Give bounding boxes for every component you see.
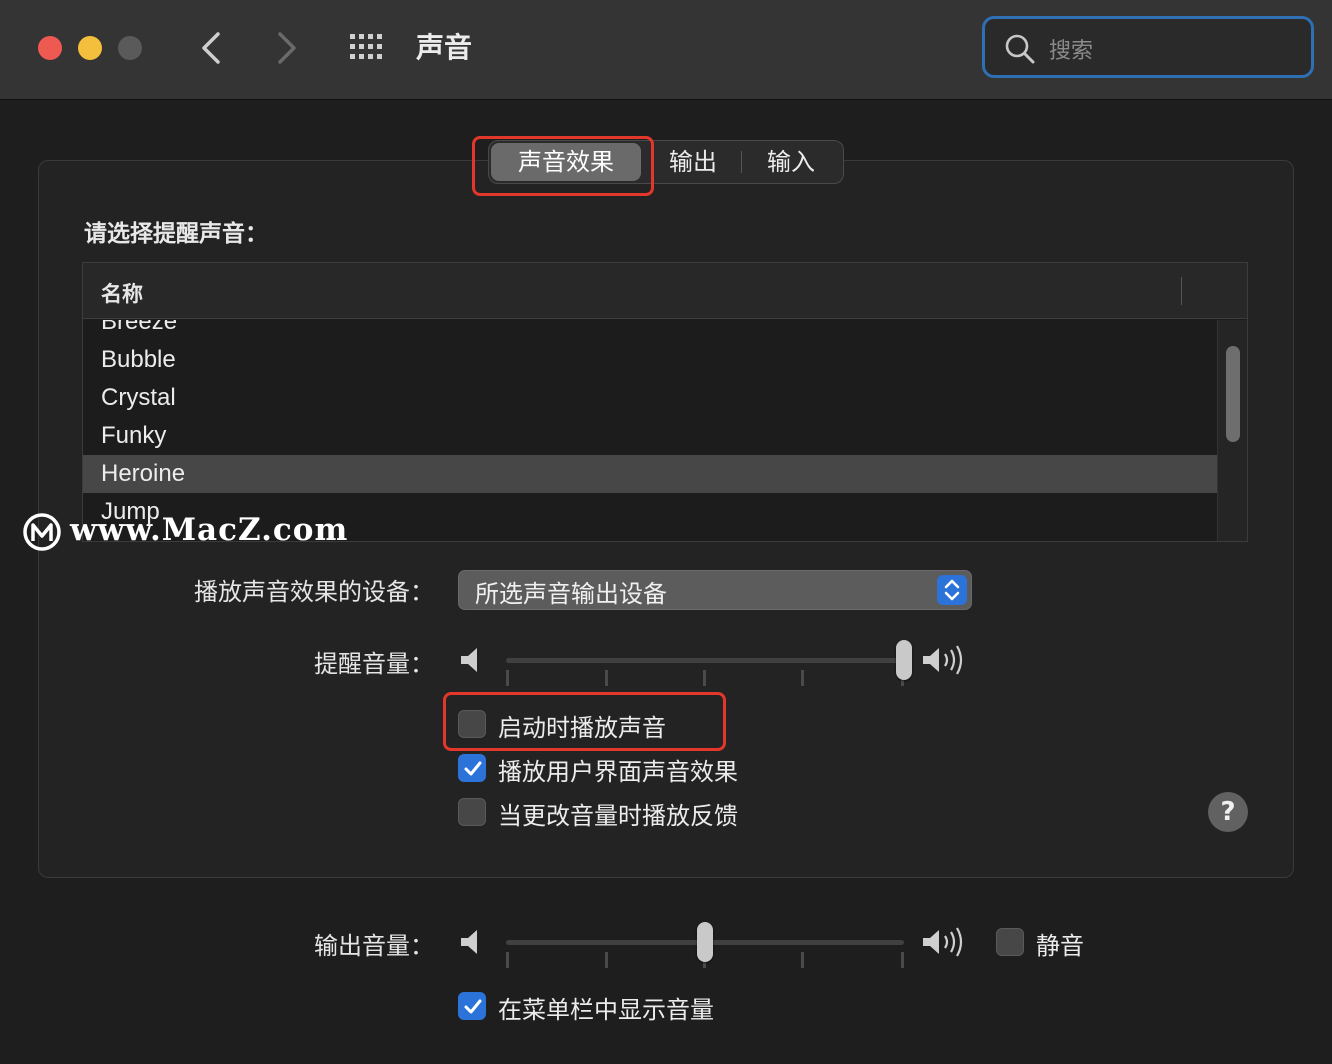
- list-item[interactable]: Breeze: [83, 320, 1217, 341]
- minimize-window-button[interactable]: [78, 36, 102, 60]
- slider-tick: [703, 670, 706, 686]
- help-button[interactable]: ?: [1208, 792, 1248, 832]
- list-header: 名称: [83, 263, 1247, 319]
- slider-knob[interactable]: [697, 922, 713, 962]
- column-header-name[interactable]: 名称: [101, 278, 143, 308]
- slider-tick: [506, 670, 509, 686]
- alert-sound-label: 请选择提醒声音：: [84, 221, 268, 247]
- forward-button[interactable]: [268, 28, 304, 68]
- alert-sound-list[interactable]: 名称 Breeze Bubble Crystal Funky Heroine J…: [82, 262, 1248, 542]
- window-title: 声音: [416, 31, 473, 64]
- slider-tick: [801, 952, 804, 968]
- search-field[interactable]: 搜索: [982, 16, 1314, 78]
- show-volume-menubar-checkbox[interactable]: [458, 992, 486, 1020]
- list-item[interactable]: Funky: [83, 417, 1217, 455]
- output-device-select[interactable]: 所选声音输出设备: [458, 570, 972, 610]
- list-scrollbar[interactable]: [1217, 320, 1247, 541]
- alert-volume-label: 提醒音量：: [314, 650, 434, 678]
- volume-feedback-label: 当更改音量时播放反馈: [498, 802, 738, 830]
- search-icon: [1005, 34, 1035, 64]
- slider-knob[interactable]: [896, 640, 912, 680]
- volume-feedback-checkbox[interactable]: [458, 798, 486, 826]
- scrollbar-thumb[interactable]: [1226, 346, 1240, 442]
- mute-label: 静音: [1036, 932, 1084, 960]
- chevron-right-icon: [278, 32, 296, 64]
- mute-checkbox[interactable]: [996, 928, 1024, 956]
- select-arrows-icon: [937, 575, 967, 605]
- slider-tick: [605, 670, 608, 686]
- watermark: www.MacZ.com: [20, 512, 380, 554]
- output-volume-slider[interactable]: [458, 922, 972, 968]
- slider-tick: [801, 670, 804, 686]
- speaker-high-icon: [923, 927, 963, 957]
- show-all-button[interactable]: [348, 30, 388, 66]
- search-placeholder: 搜索: [1049, 39, 1094, 64]
- list-item[interactable]: Bubble: [83, 341, 1217, 379]
- tab-output[interactable]: 输出: [649, 143, 737, 181]
- highlight-box-startup: [443, 692, 726, 751]
- slider-tick: [901, 952, 904, 968]
- ui-sound-effects-checkbox[interactable]: [458, 754, 486, 782]
- checkmark-icon: [464, 999, 482, 1014]
- tab-input[interactable]: 输入: [745, 143, 837, 181]
- grid-icon: [350, 34, 382, 59]
- column-separator: [1181, 277, 1182, 305]
- watermark-text: www.MacZ.com: [70, 512, 349, 548]
- back-button[interactable]: [194, 28, 230, 68]
- checkmark-icon: [464, 761, 482, 776]
- output-device-value: 所选声音输出设备: [475, 580, 667, 608]
- device-label: 播放声音效果的设备：: [194, 578, 434, 606]
- speaker-low-icon: [461, 648, 477, 672]
- slider-tick: [506, 952, 509, 968]
- highlight-box-tab: [472, 136, 654, 196]
- zoom-window-button[interactable]: [118, 36, 142, 60]
- speaker-high-icon: [923, 645, 963, 675]
- ui-sound-effects-label: 播放用户界面声音效果: [498, 758, 738, 786]
- output-volume-label: 输出音量：: [314, 932, 434, 960]
- close-window-button[interactable]: [38, 36, 62, 60]
- tab-divider: [741, 151, 742, 173]
- title-bar: 声音 搜索: [0, 0, 1332, 100]
- list-rows: Breeze Bubble Crystal Funky Heroine Jump: [83, 320, 1217, 541]
- slider-track: [506, 658, 904, 686]
- alert-volume-slider[interactable]: [458, 640, 972, 686]
- speaker-low-icon: [461, 930, 477, 954]
- macz-logo-icon: [23, 513, 61, 551]
- slider-tick: [605, 952, 608, 968]
- chevron-left-icon: [202, 32, 220, 64]
- list-item-selected[interactable]: Heroine: [83, 455, 1217, 493]
- show-volume-menubar-label: 在菜单栏中显示音量: [498, 996, 714, 1024]
- list-item[interactable]: Crystal: [83, 379, 1217, 417]
